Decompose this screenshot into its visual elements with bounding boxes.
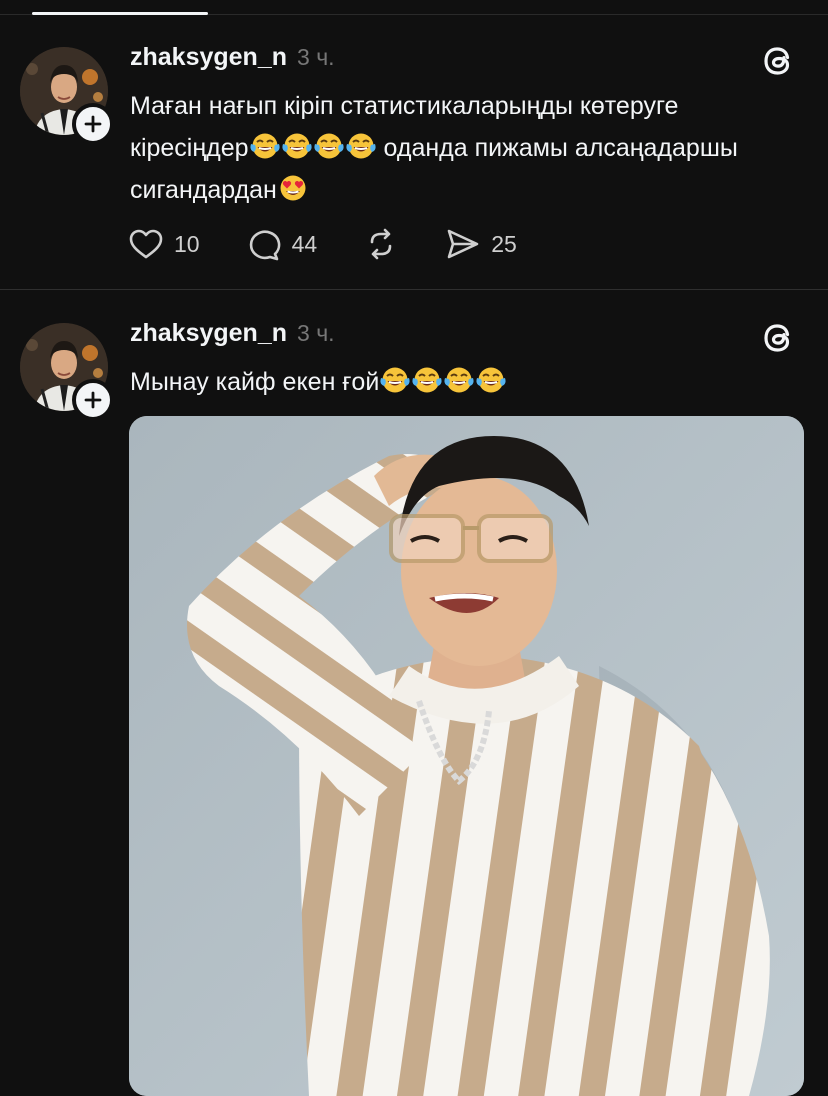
like-button[interactable]: 10 xyxy=(128,227,200,261)
post-header: zhaksygen_n 3 ч. xyxy=(130,319,335,353)
tears-of-joy-emoji-icon xyxy=(249,131,281,161)
comment-icon xyxy=(246,227,282,261)
tears-of-joy-emoji-icon xyxy=(345,131,377,161)
post-header: zhaksygen_n 3 ч. xyxy=(130,43,335,77)
post-time: 3 ч. xyxy=(297,320,335,346)
threads-logo-icon[interactable] xyxy=(760,42,798,80)
post-time: 3 ч. xyxy=(297,44,335,70)
tears-of-joy-emoji-icon xyxy=(379,365,411,395)
heart-eyes-emoji-icon xyxy=(277,173,309,203)
post-photo xyxy=(129,416,804,1096)
post: zhaksygen_n 3 ч. Мынау кайф екен ғой xyxy=(0,290,828,1096)
share-icon xyxy=(445,227,481,261)
follow-button[interactable] xyxy=(72,103,114,145)
username[interactable]: zhaksygen_n xyxy=(130,319,287,348)
tears-of-joy-emoji-icon xyxy=(313,131,345,161)
post-image[interactable] xyxy=(129,416,804,1096)
post-text-part: Мынау кайф екен ғой xyxy=(130,368,380,396)
post-actions: 10 44 25 xyxy=(128,227,563,261)
tears-of-joy-emoji-icon xyxy=(475,365,507,395)
like-count: 10 xyxy=(174,230,200,257)
comment-count: 44 xyxy=(291,230,318,257)
tears-of-joy-emoji-icon xyxy=(443,365,475,395)
follow-button[interactable] xyxy=(72,379,114,421)
heart-icon xyxy=(128,227,164,261)
plus-icon xyxy=(83,390,103,410)
repost-button[interactable] xyxy=(363,227,399,261)
username[interactable]: zhaksygen_n xyxy=(130,43,287,72)
comment-button[interactable]: 44 xyxy=(246,227,318,261)
post-text: Мынау кайф екен ғой xyxy=(130,361,800,403)
post-text: Маған нағып кіріп статистикаларыңды көте… xyxy=(130,85,800,211)
tears-of-joy-emoji-icon xyxy=(281,131,313,161)
share-button[interactable]: 25 xyxy=(445,227,517,261)
plus-icon xyxy=(83,114,103,134)
share-count: 25 xyxy=(491,230,517,257)
tears-of-joy-emoji-icon xyxy=(411,365,443,395)
repost-icon xyxy=(363,227,399,261)
post: zhaksygen_n 3 ч. Маған нағып кіріп стати… xyxy=(0,15,828,289)
threads-logo-icon[interactable] xyxy=(760,319,798,357)
